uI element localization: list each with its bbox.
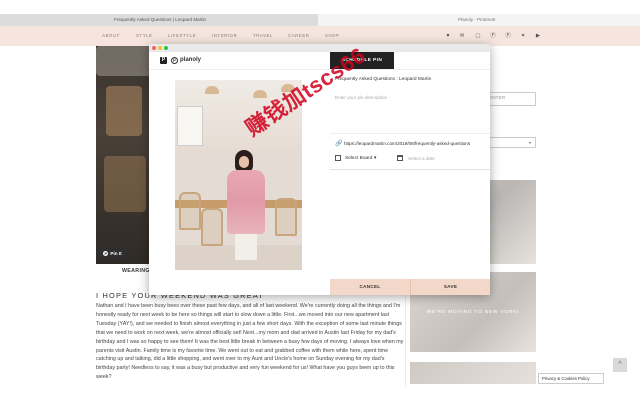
- pin-it-button[interactable]: P Pin It: [98, 249, 127, 258]
- link-icon: 🔗: [335, 141, 343, 147]
- nav-item-about[interactable]: ABOUT: [102, 26, 120, 46]
- site-navbar: ABOUT STYLE LIFESTYLE INTERIOR TRAVEL CA…: [0, 26, 640, 46]
- form-divider: [330, 133, 490, 134]
- nav-item-career[interactable]: CAREER: [288, 26, 310, 46]
- planoly-p-icon: p: [171, 57, 178, 64]
- nav-item-style[interactable]: STYLE: [136, 26, 153, 46]
- nav-item-interior[interactable]: INTERIOR: [212, 26, 237, 46]
- maximize-window-dot[interactable]: [164, 46, 168, 50]
- pinterest-icon: P: [103, 251, 109, 257]
- browser-tab-active[interactable]: Frequently Asked Questions | Leopard Mar…: [0, 14, 318, 26]
- board-icon: [335, 155, 341, 161]
- post-body: Nathan and I have been busy bees over th…: [96, 303, 404, 381]
- modal-footer: CANCEL SAVE: [330, 279, 490, 295]
- wearing-label: WEARING: [122, 268, 150, 274]
- brand-name: planoly: [180, 57, 202, 63]
- close-window-dot[interactable]: [152, 46, 156, 50]
- minimize-window-dot[interactable]: [158, 46, 162, 50]
- planoly-logo-icon: P: [160, 57, 167, 64]
- instagram-icon[interactable]: ▢: [474, 32, 482, 40]
- nav-item-lifestyle[interactable]: LIFESTYLE: [168, 26, 196, 46]
- pinterest-icon[interactable]: Ⓟ: [504, 32, 512, 40]
- nav-item-shop[interactable]: SHOP: [325, 26, 340, 46]
- nav-item-travel[interactable]: TRAVEL: [253, 26, 273, 46]
- heart-icon[interactable]: ♥: [444, 32, 452, 40]
- calendar-icon: [397, 155, 403, 161]
- mail-icon[interactable]: ✉: [458, 32, 466, 40]
- save-button[interactable]: SAVE: [410, 279, 490, 295]
- twitter-icon[interactable]: ✦: [519, 32, 527, 40]
- select-date-field[interactable]: Select a date: [408, 156, 435, 161]
- browser-tab-strip: Frequently Asked Questions | Leopard Mar…: [0, 14, 640, 26]
- select-board-dropdown[interactable]: Select Board ▾: [345, 156, 376, 161]
- form-divider: [330, 169, 490, 170]
- scroll-to-top-button[interactable]: ^: [613, 358, 627, 372]
- privacy-cookies-link[interactable]: Privacy & Cookies Policy: [538, 373, 604, 384]
- thumbnail-caption: WE'RE MOVING TO NEW YORK!: [426, 310, 520, 315]
- browser-tab-planoly[interactable]: Planoly - Pinterest: [318, 14, 640, 26]
- window-titlebar: [149, 44, 490, 52]
- cancel-button[interactable]: CANCEL: [330, 279, 410, 295]
- pin-description-input[interactable]: Enter your pin description: [335, 95, 387, 100]
- pinterest-icon[interactable]: Ⓟ: [489, 32, 497, 40]
- chevron-down-icon: ▾: [373, 156, 377, 161]
- sidebar-post-thumbnail[interactable]: [410, 362, 536, 384]
- youtube-icon[interactable]: ▶: [534, 32, 542, 40]
- pin-link-field[interactable]: https://leopardmartin.com/2019/08/freque…: [344, 141, 489, 146]
